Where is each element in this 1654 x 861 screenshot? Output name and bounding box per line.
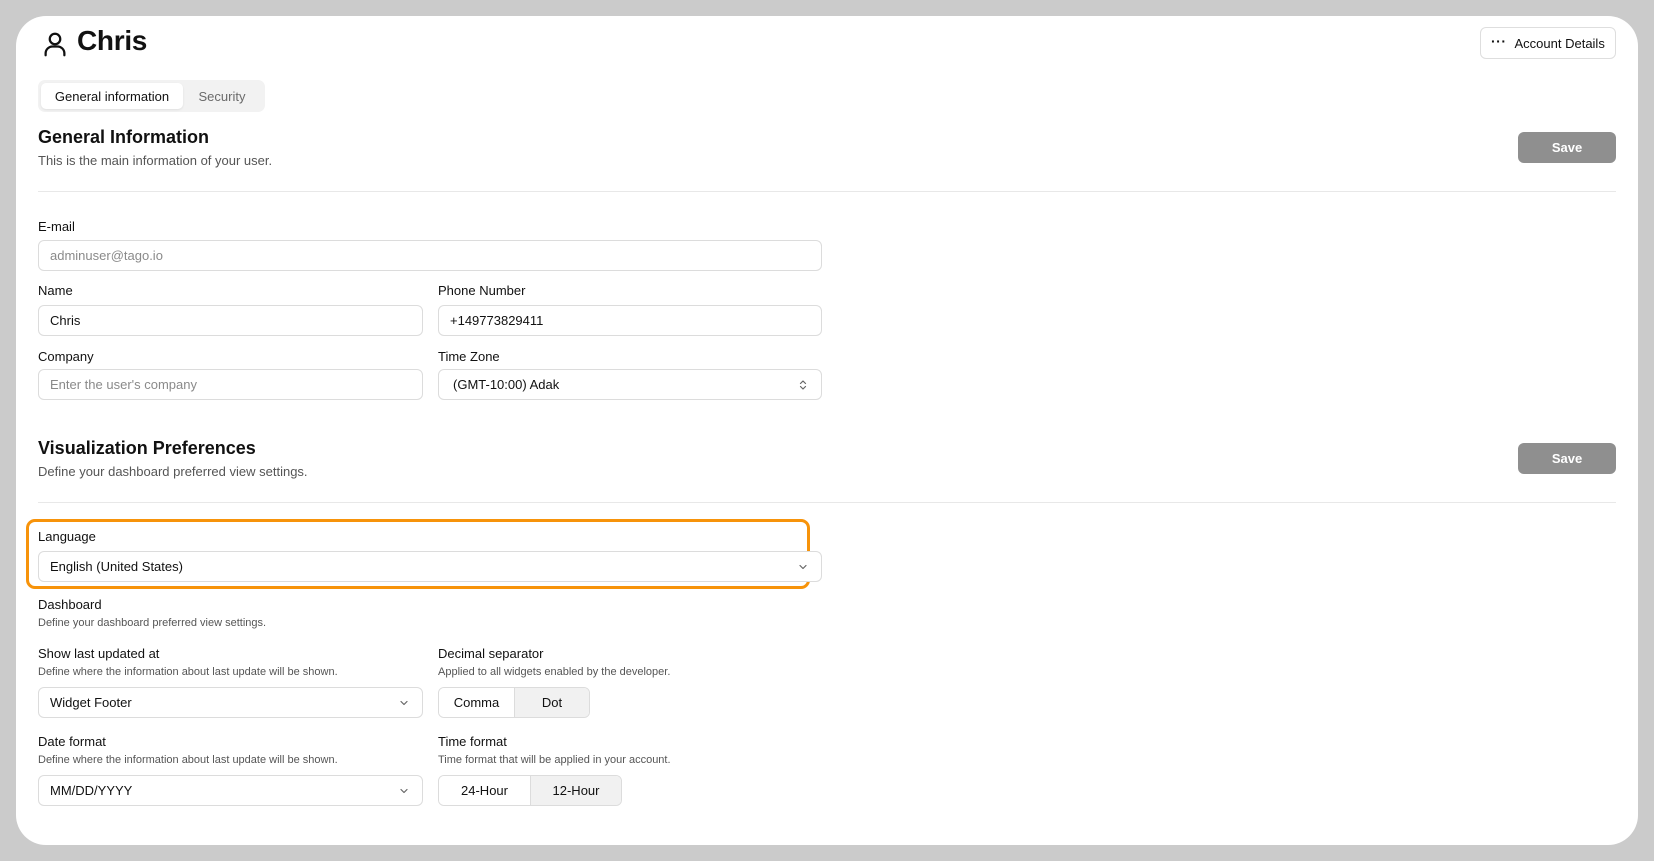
decimal-separator-label: Decimal separator xyxy=(438,646,544,661)
last-updated-select[interactable]: Widget Footer xyxy=(38,687,423,718)
decimal-option-comma[interactable]: Comma xyxy=(439,688,514,717)
time-format-toggle: 24-Hour 12-Hour xyxy=(438,775,622,806)
timezone-label: Time Zone xyxy=(438,349,500,364)
time-option-12-hour[interactable]: 12-Hour xyxy=(530,776,621,805)
company-field[interactable]: Enter the user's company xyxy=(38,369,423,400)
date-format-value: MM/DD/YYYY xyxy=(50,783,133,798)
general-section-description: This is the main information of your use… xyxy=(38,153,273,168)
date-format-description: Define where the information about last … xyxy=(38,754,338,766)
language-label: Language xyxy=(38,529,96,544)
tab-security[interactable]: Security xyxy=(183,83,261,109)
tab-general-information[interactable]: General information xyxy=(41,83,183,109)
decimal-separator-description: Applied to all widgets enabled by the de… xyxy=(438,666,671,678)
account-details-label: Account Details xyxy=(1514,35,1605,51)
date-format-label: Date format xyxy=(38,734,106,749)
email-field[interactable]: adminuser@tago.io xyxy=(38,240,822,271)
email-label: E-mail xyxy=(38,219,75,234)
chevron-down-icon xyxy=(400,700,408,705)
app-window: Chris ··· Account Details General inform… xyxy=(16,16,1638,845)
visualization-divider xyxy=(38,502,1616,503)
language-value: English (United States) xyxy=(50,559,183,574)
date-format-select[interactable]: MM/DD/YYYY xyxy=(38,775,423,806)
dashboard-label: Dashboard xyxy=(38,597,102,612)
time-format-label: Time format xyxy=(438,734,507,749)
name-label: Name xyxy=(38,283,73,298)
user-icon xyxy=(44,32,66,57)
chevron-up-down-icon xyxy=(799,379,807,390)
timezone-value: (GMT-10:00) Adak xyxy=(453,377,560,392)
chevron-down-icon xyxy=(400,788,408,793)
language-select[interactable]: English (United States) xyxy=(38,551,822,582)
page-title: Chris xyxy=(77,25,148,56)
visualization-section-title: Visualization Preferences xyxy=(38,438,256,458)
dashboard-description: Define your dashboard preferred view set… xyxy=(38,617,267,629)
timezone-select[interactable]: (GMT-10:00) Adak xyxy=(438,369,822,400)
account-details-button[interactable]: ··· Account Details xyxy=(1480,27,1616,59)
decimal-option-dot[interactable]: Dot xyxy=(514,688,589,717)
last-updated-description: Define where the information about last … xyxy=(38,666,338,678)
more-icon: ··· xyxy=(1491,33,1507,49)
phone-field[interactable]: +149773829411 xyxy=(438,305,822,336)
tab-bar: General information Security xyxy=(38,80,265,112)
general-divider xyxy=(38,191,1616,192)
time-option-24-hour[interactable]: 24-Hour xyxy=(439,776,530,805)
last-updated-value: Widget Footer xyxy=(50,695,132,710)
general-section-title: General Information xyxy=(38,127,210,147)
visualization-save-button[interactable]: Save xyxy=(1518,443,1616,474)
name-field[interactable]: Chris xyxy=(38,305,423,336)
last-updated-label: Show last updated at xyxy=(38,646,160,661)
decimal-separator-toggle: Comma Dot xyxy=(438,687,590,718)
phone-label: Phone Number xyxy=(438,283,526,298)
time-format-description: Time format that will be applied in your… xyxy=(438,754,671,766)
company-label: Company xyxy=(38,349,94,364)
chevron-down-icon xyxy=(799,564,807,569)
visualization-section-description: Define your dashboard preferred view set… xyxy=(38,464,308,479)
general-save-button[interactable]: Save xyxy=(1518,132,1616,163)
